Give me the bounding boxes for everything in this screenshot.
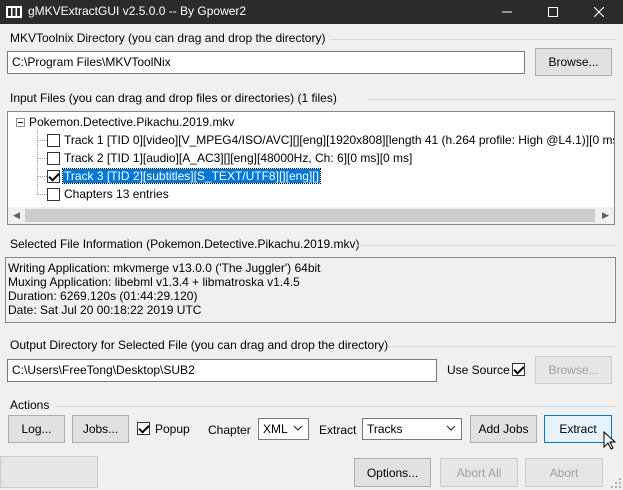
options-button[interactable]: Options... (354, 458, 431, 487)
group-divider (55, 406, 616, 407)
close-icon (594, 7, 604, 17)
info-line: Date: Sat Jul 20 00:18:22 2019 UTC (8, 303, 202, 317)
info-line: Writing Application: mkvmerge v13.0.0 ('… (8, 261, 321, 275)
track-label: Track 2 [TID 1][audio][A_AC3][][eng][480… (64, 151, 413, 165)
maximize-button[interactable] (530, 0, 576, 24)
chevron-down-icon (446, 425, 456, 431)
status-bar: Options... Abort All Abort (0, 456, 623, 490)
add-jobs-button[interactable]: Add Jobs (470, 415, 537, 443)
minimize-button[interactable] (484, 0, 530, 24)
group-divider (356, 245, 616, 246)
app-icon (6, 6, 22, 18)
group-divider (366, 99, 616, 100)
minimize-icon (502, 11, 512, 13)
use-source-checkbox[interactable] (512, 363, 525, 376)
group-divider (388, 346, 616, 347)
actions-group-label: Actions (10, 398, 50, 412)
popup-checkbox[interactable] (137, 422, 150, 435)
chapters-label: Chapters 13 entries (64, 187, 169, 201)
selected-info-group-label: Selected File Information (Pokemon.Detec… (10, 237, 360, 251)
mkvtoolnix-browse-button[interactable]: Browse... (535, 48, 612, 76)
mkvtoolnix-group-label: MKVToolnix Directory (you can drag and d… (10, 31, 326, 45)
progress-bar (0, 456, 98, 488)
tree-lines (37, 130, 47, 195)
title-bar: gMKVExtractGUI v2.5.0.0 -- By Gpower2 (0, 0, 623, 24)
output-path-input[interactable]: C:\Users\FreeTong\Desktop\SUB2 (7, 359, 437, 382)
extract-type-value: Tracks (367, 422, 403, 436)
extract-type-select[interactable]: Tracks (362, 418, 462, 440)
input-files-group-label: Input Files (you can drag and drop files… (10, 91, 337, 105)
chapter-format-select[interactable]: XML (258, 418, 309, 440)
log-button[interactable]: Log... (8, 415, 65, 443)
scroll-left-icon[interactable]: ◀ (8, 207, 25, 224)
extract-label: Extract (319, 423, 357, 437)
chevron-down-icon (293, 425, 303, 431)
maximize-icon (548, 7, 558, 17)
extract-button[interactable]: Extract (544, 415, 612, 443)
scrollbar-thumb[interactable] (25, 209, 595, 222)
mkvtoolnix-path-input[interactable]: C:\Program Files\MKVToolNix (7, 51, 525, 74)
mouse-cursor-icon (603, 431, 617, 450)
input-files-tree[interactable]: Pokemon.Detective.Pikachu.2019.mkv Track… (7, 111, 615, 225)
resize-grip-icon[interactable] (611, 478, 621, 488)
scroll-right-icon[interactable]: ▶ (597, 207, 614, 224)
horizontal-scrollbar[interactable]: ◀ ▶ (8, 207, 614, 224)
output-group-label: Output Directory for Selected File (you … (10, 338, 389, 352)
info-line: Muxing Application: libebml v1.3.4 + lib… (8, 275, 300, 289)
window-title: gMKVExtractGUI v2.5.0.0 -- By Gpower2 (28, 4, 247, 18)
abort-button[interactable]: Abort (525, 458, 603, 487)
chapter-format-value: XML (263, 422, 288, 436)
jobs-button[interactable]: Jobs... (72, 415, 129, 443)
abort-all-button[interactable]: Abort All (440, 458, 518, 487)
output-browse-button[interactable]: Browse... (535, 356, 612, 384)
track-label: Track 3 [TID 2][subtitles][S_TEXT/UTF8][… (62, 168, 321, 184)
chapter-label: Chapter (208, 423, 251, 437)
track-label: Track 1 [TID 0][video][V_MPEG4/ISO/AVC][… (64, 133, 615, 147)
selected-file-info: Writing Application: mkvmerge v13.0.0 ('… (5, 257, 616, 323)
group-divider (330, 39, 616, 40)
info-line: Duration: 6269.120s (01:44:29.120) (8, 289, 198, 303)
use-source-label: Use Source (447, 363, 510, 377)
popup-label: Popup (155, 422, 190, 436)
close-button[interactable] (576, 0, 622, 24)
